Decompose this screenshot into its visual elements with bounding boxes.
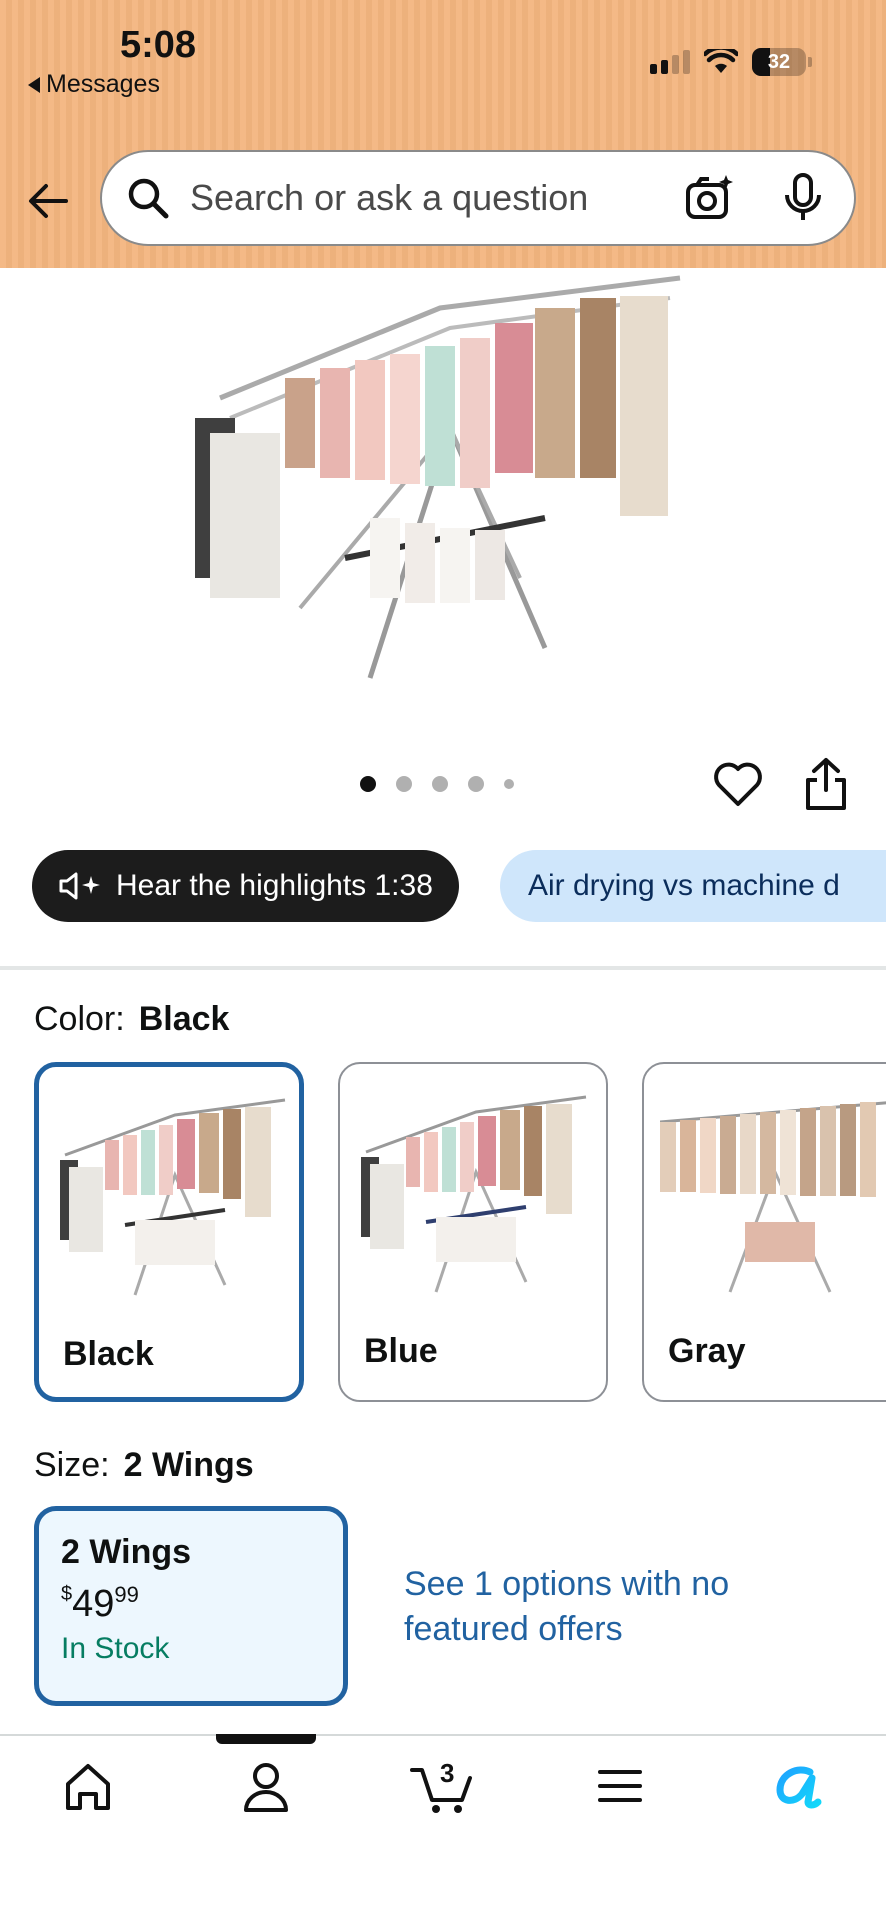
gallery-dot[interactable] [396, 776, 412, 792]
home-icon[interactable] [58, 1756, 118, 1816]
gallery-dot[interactable] [468, 776, 484, 792]
topic-chip-label: Air drying vs machine d [528, 869, 840, 902]
microphone-icon[interactable] [782, 173, 824, 223]
status-icons: 32 [650, 48, 812, 76]
heart-icon[interactable] [712, 758, 764, 810]
back-app-label: Messages [46, 70, 160, 98]
size-label-row: Size: 2 Wings [34, 1446, 254, 1485]
search-icon [128, 178, 169, 219]
gallery-dot[interactable] [432, 776, 448, 792]
search-input[interactable]: Search or ask a question [190, 177, 684, 219]
swatch-image [361, 1095, 587, 1293]
menu-icon[interactable] [590, 1756, 650, 1816]
account-icon[interactable] [236, 1756, 296, 1816]
status-time: 5:08 [120, 24, 197, 66]
color-swatch-blue[interactable]: Blue [338, 1062, 608, 1402]
battery-icon: 32 [752, 48, 806, 76]
color-label: Color: [34, 1000, 125, 1038]
battery-tip [808, 57, 812, 67]
hear-highlights-button[interactable]: Hear the highlights 1:38 [32, 850, 459, 922]
gallery-dot[interactable] [504, 779, 514, 789]
camera-search-icon[interactable] [684, 173, 734, 223]
price-currency: $ [61, 1583, 73, 1605]
size-label: Size: [34, 1446, 110, 1484]
wifi-icon [704, 49, 738, 73]
price-whole: 49 [72, 1583, 115, 1625]
cart-count-badge: 3 [440, 1758, 455, 1788]
topic-chip[interactable]: Air drying vs machine d [500, 850, 886, 922]
tab-indicator [216, 1734, 316, 1744]
gallery-pagination[interactable] [360, 776, 514, 792]
swatch-image [60, 1098, 286, 1296]
product-image[interactable] [190, 268, 700, 708]
color-label-row: Color: Black [34, 1000, 229, 1039]
rufus-icon[interactable] [768, 1756, 828, 1816]
swatch-name: Gray [668, 1332, 746, 1370]
gallery-dot[interactable] [360, 776, 376, 792]
swatch-image [660, 1101, 886, 1293]
color-swatch-black[interactable]: Black [34, 1062, 304, 1402]
size-option-2-wings[interactable]: 2 Wings $4999 In Stock [34, 1506, 348, 1706]
speaker-sparkle-icon [59, 872, 100, 900]
back-to-messages-link[interactable]: Messages [28, 70, 160, 99]
see-options-link[interactable]: See 1 options with no featured offers [404, 1562, 744, 1652]
swatch-name: Black [63, 1335, 154, 1373]
swatch-name: Blue [364, 1332, 438, 1370]
hear-highlights-label: Hear the highlights 1:38 [116, 869, 433, 902]
size-selected-value: 2 Wings [123, 1446, 254, 1484]
size-option-name: 2 Wings [61, 1533, 192, 1571]
price-cents: 99 [114, 1582, 139, 1607]
color-selected-value: Black [138, 1000, 230, 1038]
back-triangle-icon [28, 76, 40, 93]
share-icon[interactable] [802, 756, 850, 812]
back-arrow-icon[interactable] [26, 178, 72, 224]
cellular-signal-icon [650, 50, 690, 74]
search-bar[interactable]: Search or ask a question [100, 150, 856, 246]
section-divider [0, 966, 886, 970]
battery-level: 32 [767, 51, 791, 73]
color-swatch-gray[interactable]: Gray [642, 1062, 886, 1402]
size-option-price: $4999 [61, 1582, 321, 1626]
stock-status: In Stock [61, 1632, 170, 1665]
